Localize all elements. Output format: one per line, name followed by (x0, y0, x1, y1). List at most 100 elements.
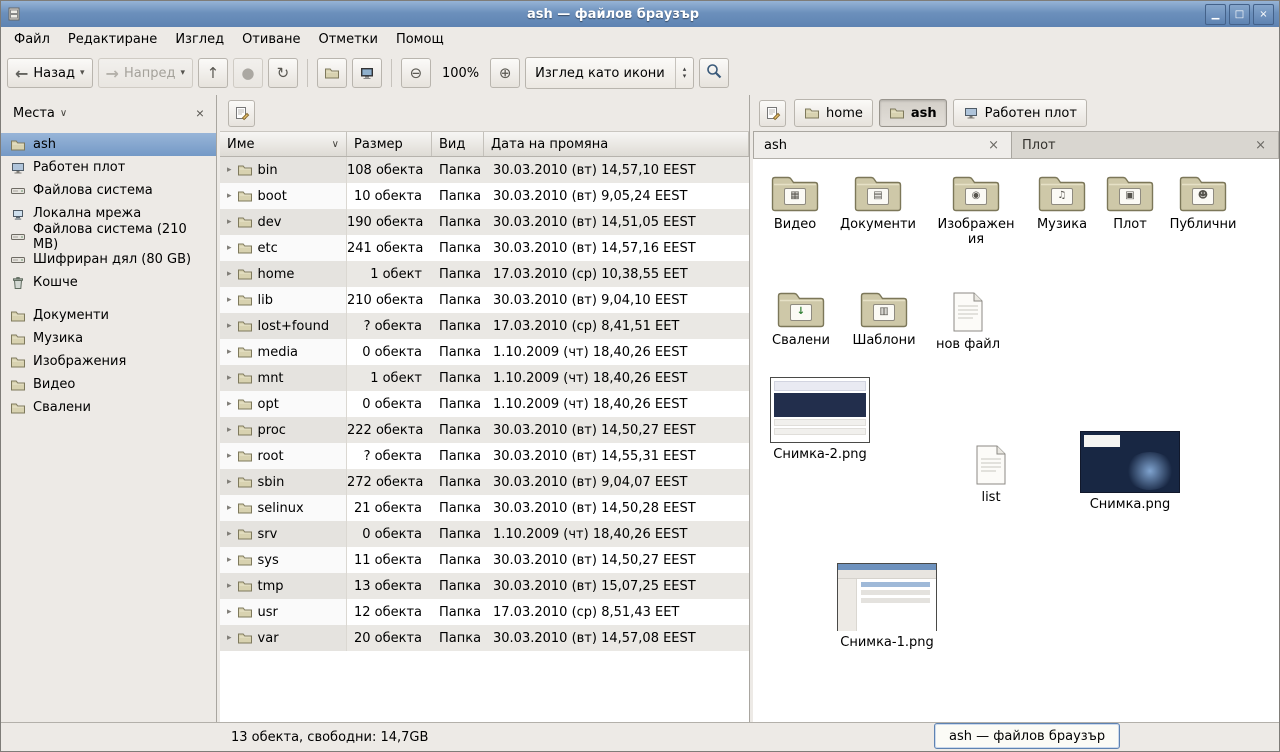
maximize-button[interactable]: □ (1229, 4, 1250, 25)
sidebar-item[interactable]: Документи (1, 304, 216, 327)
expander-icon[interactable]: ▸ (227, 633, 232, 643)
sidebar-item[interactable]: ash (1, 133, 216, 156)
expander-icon[interactable]: ▸ (227, 321, 232, 331)
table-row[interactable]: ▸lost+found? обектаПапка17.03.2010 (ср) … (220, 313, 749, 339)
zoom-in-button[interactable]: ⊕ (490, 58, 520, 88)
table-row[interactable]: ▸usr12 обектаПапка17.03.2010 (ср) 8,51,4… (220, 599, 749, 625)
icon-item[interactable]: ◉Изображения (934, 173, 1018, 248)
computer-button[interactable] (352, 58, 382, 88)
sidebar-item[interactable]: Музика (1, 327, 216, 350)
expander-icon[interactable]: ▸ (227, 607, 232, 617)
path-button[interactable]: Работен плот (953, 99, 1087, 127)
sidebar-item[interactable]: Кошче (1, 271, 216, 294)
sidebar-item[interactable]: Файлова система (210 MB) (1, 225, 216, 248)
menu-item[interactable]: Изглед (166, 29, 233, 50)
sidebar-item[interactable]: Видео (1, 373, 216, 396)
expander-icon[interactable]: ▸ (227, 347, 232, 357)
table-row[interactable]: ▸sys11 обектаПапка30.03.2010 (вт) 14,50,… (220, 547, 749, 573)
table-row[interactable]: ▸bin108 обектаПапка30.03.2010 (вт) 14,57… (220, 157, 749, 183)
minimize-button[interactable]: ▁ (1205, 4, 1226, 25)
menu-item[interactable]: Помощ (387, 29, 453, 50)
expander-icon[interactable]: ▸ (227, 399, 232, 409)
icon-item[interactable]: Снимка.png (1078, 431, 1182, 512)
path-button[interactable]: ash (879, 99, 947, 127)
table-row[interactable]: ▸mnt1 обектПапка1.10.2009 (чт) 18,40,26 … (220, 365, 749, 391)
sidebar-item[interactable]: Изображения (1, 350, 216, 373)
icon-item[interactable]: list (949, 444, 1033, 505)
table-row[interactable]: ▸sbin272 обектаПапка30.03.2010 (вт) 9,04… (220, 469, 749, 495)
expander-icon[interactable]: ▸ (227, 165, 232, 175)
expander-icon[interactable]: ▸ (227, 269, 232, 279)
tab[interactable]: Плот× (1012, 131, 1279, 158)
expander-icon[interactable]: ▸ (227, 581, 232, 591)
tab-close-icon[interactable]: × (986, 138, 1001, 153)
expander-icon[interactable]: ▸ (227, 217, 232, 227)
back-history-chevron-icon[interactable]: ▾ (80, 68, 85, 78)
table-row[interactable]: ▸opt0 обектаПапка1.10.2009 (чт) 18,40,26… (220, 391, 749, 417)
icon-item[interactable]: Снимка-2.png (768, 377, 872, 462)
reload-button[interactable]: ↻ (268, 58, 298, 88)
expander-icon[interactable]: ▸ (227, 451, 232, 461)
expander-icon[interactable]: ▸ (227, 425, 232, 435)
icon-item[interactable]: ▣Плот (1088, 173, 1172, 232)
table-row[interactable]: ▸home1 обектПапка17.03.2010 (ср) 10,38,5… (220, 261, 749, 287)
view-mode-select[interactable]: Изглед като икони ▴▾ (525, 57, 694, 89)
menu-item[interactable]: Отиване (233, 29, 309, 50)
icon-item[interactable]: ▤Документи (836, 173, 920, 232)
table-row[interactable]: ▸root? обектаПапка30.03.2010 (вт) 14,55,… (220, 443, 749, 469)
sidebar-item[interactable]: Файлова система (1, 179, 216, 202)
icon-item[interactable]: ☻Публични (1161, 173, 1245, 232)
zoom-out-button[interactable]: ⊖ (401, 58, 431, 88)
toggle-location-entry-button[interactable] (759, 100, 786, 127)
table-row[interactable]: ▸srv0 обектаПапка1.10.2009 (чт) 18,40,26… (220, 521, 749, 547)
table-row[interactable]: ▸dev190 обектаПапка30.03.2010 (вт) 14,51… (220, 209, 749, 235)
icon-item[interactable]: нов файл (926, 291, 1010, 352)
tab[interactable]: ash× (753, 131, 1012, 158)
places-selector[interactable]: Места ∨ (9, 104, 71, 123)
table-row[interactable]: ▸etc241 обектаПапка30.03.2010 (вт) 14,57… (220, 235, 749, 261)
expander-icon[interactable]: ▸ (227, 477, 232, 487)
icon-item[interactable]: ▥Шаблони (842, 289, 926, 348)
table-row[interactable]: ▸boot10 обектаПапка30.03.2010 (вт) 9,05,… (220, 183, 749, 209)
back-button[interactable]: ← Назад ▾ (7, 58, 93, 88)
search-button[interactable] (699, 58, 729, 88)
table-row[interactable]: ▸media0 обектаПапка1.10.2009 (чт) 18,40,… (220, 339, 749, 365)
sidebar-item[interactable]: Свалени (1, 396, 216, 419)
expander-icon[interactable]: ▸ (227, 295, 232, 305)
stop-button[interactable]: ● (233, 58, 263, 88)
expander-icon[interactable]: ▸ (227, 243, 232, 253)
home-button[interactable] (317, 58, 347, 88)
table-row[interactable]: ▸selinux21 обектаПапка30.03.2010 (вт) 14… (220, 495, 749, 521)
expander-icon[interactable]: ▸ (227, 503, 232, 513)
table-row[interactable]: ▸lib210 обектаПапка30.03.2010 (вт) 9,04,… (220, 287, 749, 313)
table-row[interactable]: ▸tmp13 обектаПапка30.03.2010 (вт) 15,07,… (220, 573, 749, 599)
column-header[interactable]: Размер (347, 132, 432, 156)
menu-item[interactable]: Отметки (309, 29, 386, 50)
expander-icon[interactable]: ▸ (227, 373, 232, 383)
path-button[interactable]: home (794, 99, 873, 127)
column-header[interactable]: Име∨ (220, 132, 347, 156)
combo-spinner-icon[interactable]: ▴▾ (675, 58, 694, 88)
column-header[interactable]: Дата на промяна (484, 132, 749, 156)
expander-icon[interactable]: ▸ (227, 555, 232, 565)
icon-item[interactable]: ▦Видео (753, 173, 837, 232)
expander-icon[interactable]: ▸ (227, 191, 232, 201)
up-button[interactable]: ↑ (198, 58, 228, 88)
table-row[interactable]: ▸proc222 обектаПапка30.03.2010 (вт) 14,5… (220, 417, 749, 443)
forward-button[interactable]: → Напред ▾ (98, 58, 193, 88)
icon-item[interactable]: Снимка-1.png (835, 563, 939, 650)
expander-icon[interactable]: ▸ (227, 529, 232, 539)
menu-item[interactable]: Файл (5, 29, 59, 50)
icon-item[interactable]: ↓Свалени (759, 289, 843, 348)
menu-item[interactable]: Редактиране (59, 29, 166, 50)
taskbar-window-button[interactable]: ash — файлов браузър (934, 723, 1120, 749)
tab-close-icon[interactable]: × (1253, 138, 1268, 153)
titlebar[interactable]: ash — файлов браузър ▁□× (1, 1, 1279, 27)
column-header[interactable]: Вид (432, 132, 484, 156)
icon-view[interactable]: ▦Видео▤Документи◉Изображения♫Музика▣Плот… (753, 159, 1279, 723)
sidebar-close-button[interactable]: × (192, 105, 208, 121)
sidebar-item[interactable]: Шифриран дял (80 GB) (1, 248, 216, 271)
table-row[interactable]: ▸var20 обектаПапка30.03.2010 (вт) 14,57,… (220, 625, 749, 651)
toggle-location-entry-button[interactable] (228, 100, 255, 127)
close-button[interactable]: × (1253, 4, 1274, 25)
